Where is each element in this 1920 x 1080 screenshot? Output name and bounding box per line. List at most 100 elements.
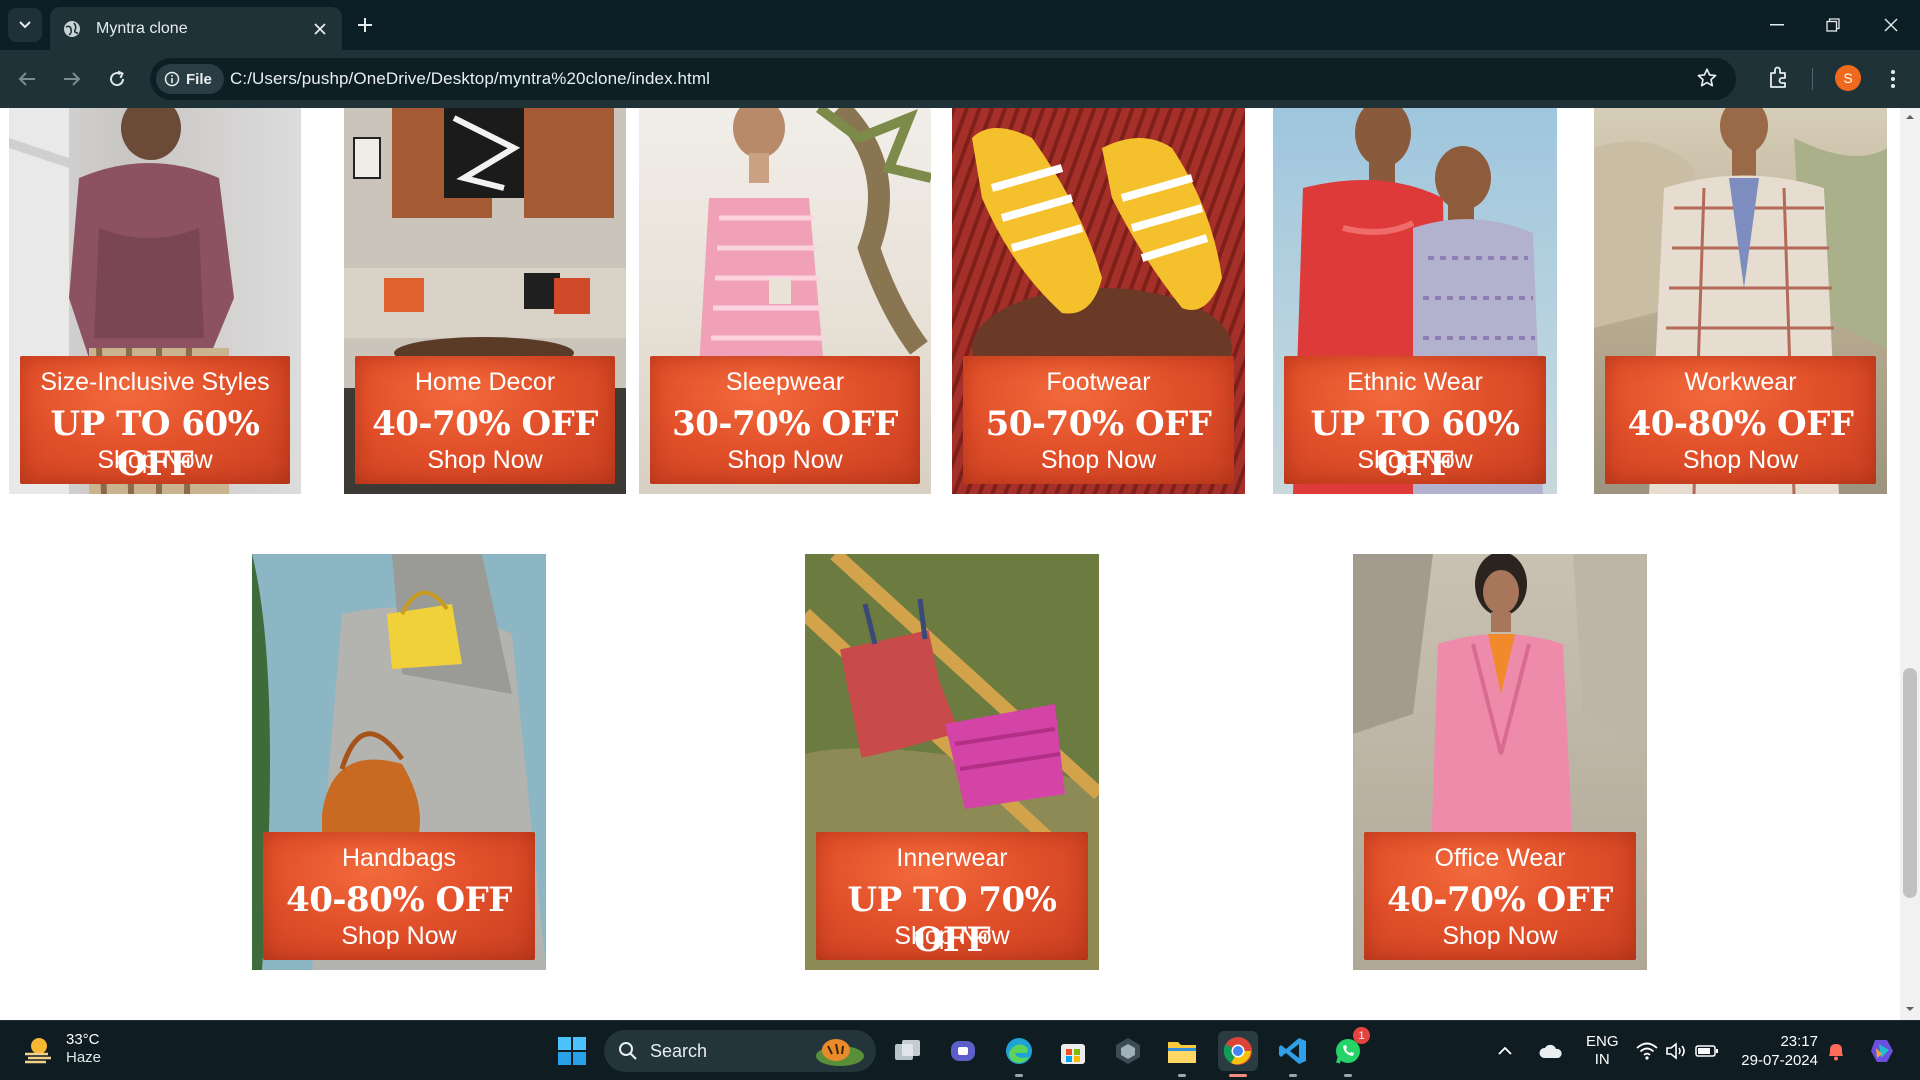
discount-label: 40-80% OFF: [1627, 404, 1854, 444]
address-bar[interactable]: File C:/Users/pushp/OneDrive/Desktop/myn…: [150, 58, 1736, 100]
weather-widget[interactable]: 33°C Haze: [22, 1031, 101, 1067]
cloud-icon: [1539, 1044, 1562, 1058]
offer-banner: Size-Inclusive Styles UP TO 60% OFF Shop…: [20, 356, 290, 484]
discount-label: 50-70% OFF: [985, 404, 1212, 444]
shop-now-link[interactable]: Shop Now: [263, 922, 535, 951]
arrow-right-icon: [64, 72, 81, 86]
whatsapp-button[interactable]: 1: [1328, 1027, 1370, 1077]
scrollbar-thumb[interactable]: [1903, 668, 1917, 898]
vertical-scrollbar[interactable]: [1900, 108, 1920, 1020]
chrome-button[interactable]: [1218, 1031, 1258, 1077]
scroll-up-arrow-icon[interactable]: [1905, 112, 1915, 122]
category-label: Sleepwear: [725, 368, 845, 396]
category-label: Handbags: [342, 844, 456, 872]
reload-icon: [110, 70, 125, 87]
search-icon: [619, 1042, 637, 1060]
running-indicator: [1178, 1074, 1186, 1077]
shop-now-link[interactable]: Shop Now: [1284, 446, 1546, 475]
file-explorer-button[interactable]: [1162, 1031, 1202, 1077]
app-button-hex[interactable]: [1108, 1031, 1148, 1071]
bookmark-star-icon[interactable]: [1696, 67, 1720, 91]
category-label: Home Decor: [414, 368, 556, 396]
tab-myntra-clone[interactable]: Myntra clone: [50, 7, 342, 50]
haze-sun-icon: [25, 1038, 51, 1064]
offer-card-office-wear[interactable]: Office Wear 40-70% OFF Shop Now: [1353, 554, 1647, 970]
system-clock[interactable]: 23:17 29-07-2024: [1734, 1032, 1818, 1070]
tab-search-button[interactable]: [8, 8, 42, 42]
shop-now-link[interactable]: Shop Now: [20, 446, 290, 475]
offer-banner: Workwear 40-80% OFF Shop Now: [1605, 356, 1876, 484]
profile-avatar[interactable]: S: [1835, 65, 1861, 91]
minimize-button[interactable]: [1760, 10, 1794, 40]
vscode-button[interactable]: [1273, 1031, 1313, 1077]
notifications-button[interactable]: [1822, 1031, 1850, 1071]
extensions-button[interactable]: [1766, 64, 1796, 94]
windows-logo-icon: [558, 1037, 586, 1065]
edge-browser-button[interactable]: [999, 1031, 1039, 1077]
reload-button[interactable]: [100, 62, 134, 96]
battery-status[interactable]: [1692, 1031, 1722, 1071]
active-indicator: [1229, 1074, 1247, 1077]
offer-card-innerwear[interactable]: Innerwear UP TO 70% OFF Shop Now: [805, 554, 1099, 970]
task-view-icon: [895, 1040, 920, 1060]
forward-button[interactable]: [55, 62, 89, 96]
taskbar-search-box[interactable]: Search: [604, 1030, 876, 1072]
store-icon: [1061, 1044, 1085, 1064]
folder-icon: [1168, 1042, 1196, 1063]
shop-now-link[interactable]: Shop Now: [1364, 922, 1636, 951]
tiger-search-highlight-icon: [816, 1039, 864, 1066]
shop-now-link[interactable]: Shop Now: [650, 446, 920, 475]
info-icon: [164, 71, 180, 87]
onedrive-button[interactable]: [1534, 1031, 1568, 1071]
category-label: Size-Inclusive Styles: [40, 368, 270, 396]
offer-card-home-decor[interactable]: Home Decor 40-70% OFF Shop Now: [344, 108, 626, 494]
input-language-indicator[interactable]: ENG IN: [1586, 1033, 1619, 1069]
task-view-button[interactable]: [888, 1031, 928, 1071]
search-label: Search: [650, 1040, 708, 1061]
volume-status[interactable]: [1662, 1031, 1690, 1071]
restore-button[interactable]: [1816, 10, 1850, 40]
offer-card-footwear[interactable]: Footwear 50-70% OFF Shop Now: [952, 108, 1245, 494]
copilot-button[interactable]: [1862, 1031, 1902, 1071]
shop-now-link[interactable]: Shop Now: [1605, 446, 1876, 475]
restore-icon: [1826, 18, 1840, 32]
shop-now-link[interactable]: Shop Now: [963, 446, 1234, 475]
offer-card-handbags[interactable]: Handbags 40-80% OFF Shop Now: [252, 554, 546, 970]
puzzle-icon: [1770, 66, 1786, 88]
scroll-down-arrow-icon[interactable]: [1905, 1004, 1915, 1014]
microsoft-store-button[interactable]: [1053, 1031, 1093, 1071]
copilot-icon: [1871, 1040, 1893, 1062]
offer-card-workwear[interactable]: Workwear 40-80% OFF Shop Now: [1594, 108, 1887, 494]
show-hidden-icons-button[interactable]: [1492, 1031, 1518, 1071]
wifi-status[interactable]: [1634, 1031, 1660, 1071]
shop-now-link[interactable]: Shop Now: [355, 446, 615, 475]
offer-card-ethnic-wear[interactable]: Ethnic Wear UP TO 60% OFF Shop Now: [1273, 108, 1557, 494]
running-indicator: [1344, 1074, 1352, 1077]
offer-card-size-inclusive[interactable]: Size-Inclusive Styles UP TO 60% OFF Shop…: [9, 108, 301, 494]
discount-label: 40-80% OFF: [286, 880, 512, 920]
close-window-button[interactable]: [1874, 10, 1908, 40]
hexagon-app-icon: [1116, 1038, 1140, 1064]
back-button[interactable]: [10, 62, 44, 96]
shop-now-link[interactable]: Shop Now: [816, 922, 1088, 951]
offer-banner: Home Decor 40-70% OFF Shop Now: [355, 356, 615, 484]
speaker-icon: [1666, 1042, 1685, 1060]
start-button[interactable]: [552, 1031, 592, 1071]
browser-menu-button[interactable]: [1880, 64, 1906, 94]
new-tab-button[interactable]: [352, 12, 378, 38]
close-tab-icon[interactable]: [308, 17, 332, 41]
offer-banner: Office Wear 40-70% OFF Shop Now: [1364, 832, 1636, 960]
offer-banner: Sleepwear 30-70% OFF Shop Now: [650, 356, 920, 484]
teams-icon: [951, 1041, 975, 1061]
category-label: Ethnic Wear: [1347, 368, 1483, 396]
teams-chat-button[interactable]: [943, 1031, 983, 1071]
arrow-left-icon: [18, 72, 35, 86]
browser-toolbar: File C:/Users/pushp/OneDrive/Desktop/myn…: [0, 50, 1920, 108]
url-text[interactable]: C:/Users/pushp/OneDrive/Desktop/myntra%2…: [230, 69, 710, 89]
offer-card-sleepwear[interactable]: Sleepwear 30-70% OFF Shop Now: [639, 108, 931, 494]
offer-banner: Footwear 50-70% OFF Shop Now: [963, 356, 1234, 484]
language-code: ENG: [1586, 1033, 1619, 1050]
discount-label: 40-70% OFF: [1387, 880, 1613, 920]
site-info-chip[interactable]: File: [156, 64, 224, 94]
weather-condition: Haze: [66, 1049, 102, 1066]
